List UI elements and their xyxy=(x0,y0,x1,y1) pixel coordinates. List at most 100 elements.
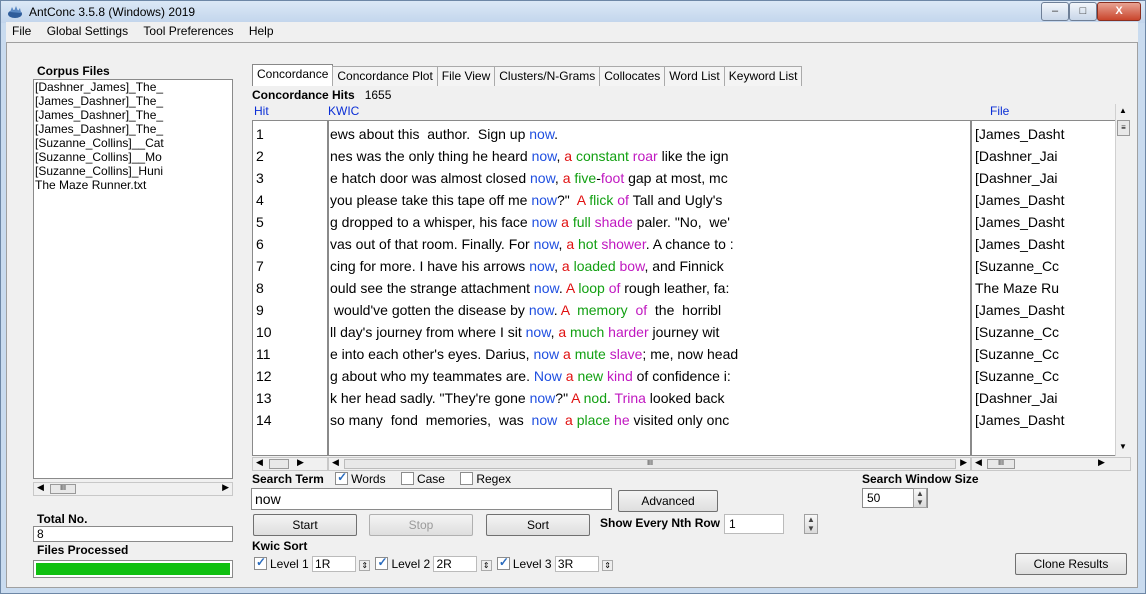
scroll-left-icon[interactable]: ◀ xyxy=(332,457,339,468)
tab-concordance-plot[interactable]: Concordance Plot xyxy=(332,66,438,86)
tab-file-view[interactable]: File View xyxy=(436,66,496,86)
file-scroll-thumb[interactable]: III xyxy=(987,459,1015,469)
stop-button[interactable]: Stop xyxy=(369,514,473,536)
nth-row-field[interactable]: 1 xyxy=(724,514,784,534)
nth-row-stepper[interactable]: ▲ ▼ xyxy=(804,514,818,534)
kwic-line[interactable]: ews about this author. Sign up now. xyxy=(330,123,970,145)
spin-up-icon[interactable]: ▲ xyxy=(807,515,815,524)
file-name[interactable]: [Dashner_Jai xyxy=(975,387,1113,409)
words-checkbox[interactable] xyxy=(335,470,349,485)
sort-button[interactable]: Sort xyxy=(486,514,590,536)
scroll-left-icon[interactable]: ◀ xyxy=(256,457,263,468)
corpus-file-list[interactable]: [Dashner_James]_The_ [James_Dashner]_The… xyxy=(33,79,233,479)
menu-file[interactable]: File xyxy=(6,22,37,38)
sidebar-scroll-thumb[interactable]: III xyxy=(50,484,76,494)
file-name[interactable]: [Dashner_Jai xyxy=(975,167,1113,189)
search-keyword[interactable]: now xyxy=(530,170,555,186)
file-name[interactable]: The Maze Ru xyxy=(975,277,1113,299)
search-window-stepper[interactable]: ▲ ▼ xyxy=(913,488,927,508)
tab-collocates[interactable]: Collocates xyxy=(599,66,666,86)
case-option[interactable]: Case xyxy=(400,472,445,486)
scroll-up-icon[interactable]: ▲ xyxy=(1119,106,1127,115)
scroll-left-icon[interactable]: ◀ xyxy=(37,482,44,493)
advanced-button[interactable]: Advanced xyxy=(618,490,718,512)
file-name[interactable]: [James_Dasht xyxy=(975,299,1113,321)
search-keyword[interactable]: now xyxy=(529,302,554,318)
level-3-field[interactable]: 3R xyxy=(554,556,599,572)
words-option[interactable]: Words xyxy=(335,470,386,486)
kwic-hscrollbar[interactable]: ◀ III ▶ xyxy=(328,457,971,471)
spin-down-icon[interactable]: ▼ xyxy=(916,498,924,507)
corpus-file-item[interactable]: [James_Dashner]_The_ xyxy=(34,108,232,122)
search-keyword[interactable]: now xyxy=(526,324,551,340)
tab-word-list[interactable]: Word List xyxy=(664,66,725,86)
kwic-line[interactable]: e into each other's eyes. Darius, now a … xyxy=(330,343,970,365)
level-2-stepper[interactable]: ⇕ xyxy=(480,560,492,571)
scroll-right-icon[interactable]: ▶ xyxy=(222,482,229,493)
scroll-right-icon[interactable]: ▶ xyxy=(960,457,967,468)
regex-checkbox[interactable] xyxy=(460,472,474,485)
kwic-line[interactable]: ould see the strange attachment now. A l… xyxy=(330,277,970,299)
menu-help[interactable]: Help xyxy=(243,22,280,38)
corpus-file-item[interactable]: [James_Dashner]_The_ xyxy=(34,94,232,108)
level-2-group[interactable]: Level 2 xyxy=(375,555,430,571)
kwic-line[interactable]: so many fond memories, was now a place h… xyxy=(330,409,970,431)
search-keyword[interactable]: now xyxy=(529,258,554,274)
kwic-line[interactable]: e hatch door was almost closed now, a fi… xyxy=(330,167,970,189)
menu-global-settings[interactable]: Global Settings xyxy=(41,22,134,38)
minimize-button[interactable]: – xyxy=(1041,2,1069,21)
level-3-group[interactable]: Level 3 xyxy=(496,555,552,571)
level-1-checkbox[interactable] xyxy=(254,555,267,570)
case-checkbox[interactable] xyxy=(400,472,414,485)
sidebar-hscrollbar[interactable]: ◀ III ▶ xyxy=(33,482,233,496)
search-keyword[interactable]: now xyxy=(532,214,558,230)
close-button[interactable]: X xyxy=(1097,2,1141,21)
corpus-file-item[interactable]: [James_Dashner]_The_ xyxy=(34,122,232,136)
search-keyword[interactable]: Now xyxy=(534,368,562,384)
level-2-field[interactable]: 2R xyxy=(433,556,478,572)
file-name[interactable]: [James_Dasht xyxy=(975,211,1113,233)
corpus-file-item[interactable]: The Maze Runner.txt xyxy=(34,178,232,192)
spin-down-icon[interactable]: ▼ xyxy=(807,524,815,533)
level-2-checkbox[interactable] xyxy=(375,555,389,570)
hit-hscrollbar[interactable]: ◀ ▶ xyxy=(252,457,328,471)
file-name[interactable]: [James_Dasht xyxy=(975,233,1113,255)
file-name[interactable]: [Suzanne_Cc xyxy=(975,343,1113,365)
search-keyword[interactable]: now xyxy=(533,346,559,362)
kwic-line[interactable]: vas out of that room. Finally. For now, … xyxy=(330,233,970,255)
kwic-line[interactable]: cing for more. I have his arrows now, a … xyxy=(330,255,970,277)
col-header-kwic[interactable]: KWIC xyxy=(328,104,359,118)
search-keyword[interactable]: now xyxy=(532,412,558,428)
corpus-file-item[interactable]: [Suzanne_Collins]_Huni xyxy=(34,164,232,178)
vscroll-thumb[interactable]: ≡ xyxy=(1117,120,1130,136)
scroll-right-icon[interactable]: ▶ xyxy=(1098,457,1105,468)
col-header-hit[interactable]: Hit xyxy=(254,104,269,118)
search-keyword[interactable]: now xyxy=(531,192,557,208)
file-name[interactable]: [James_Dasht xyxy=(975,123,1113,145)
kwic-line[interactable]: ll day's journey from where I sit now, a… xyxy=(330,321,970,343)
level-3-stepper[interactable]: ⇕ xyxy=(602,560,613,571)
kwic-line[interactable]: k her head sadly. "They're gone now?" A … xyxy=(330,387,970,409)
kwic-line[interactable]: you please take this tape off me now?" A… xyxy=(330,189,970,211)
level-1-field[interactable]: 1R xyxy=(312,556,357,572)
search-keyword[interactable]: now xyxy=(534,236,559,252)
scroll-down-icon[interactable]: ▼ xyxy=(1119,442,1127,451)
tab-concordance[interactable]: Concordance xyxy=(252,64,334,86)
kwic-scroll-thumb[interactable]: III xyxy=(344,459,956,469)
level-3-checkbox[interactable] xyxy=(496,555,510,570)
level-1-stepper[interactable]: ⇕ xyxy=(359,560,371,571)
spin-up-icon[interactable]: ▲ xyxy=(916,489,924,498)
corpus-file-item[interactable]: [Dashner_James]_The_ xyxy=(34,80,232,94)
col-header-file[interactable]: File xyxy=(990,104,1009,118)
tab-keyword-list[interactable]: Keyword List xyxy=(723,66,803,86)
level-1-group[interactable]: Level 1 xyxy=(254,555,309,571)
kwic-line[interactable]: nes was the only thing he heard now, a c… xyxy=(330,145,970,167)
search-keyword[interactable]: now xyxy=(534,280,559,296)
scroll-left-icon[interactable]: ◀ xyxy=(975,457,982,468)
search-keyword[interactable]: now xyxy=(530,390,556,406)
kwic-line[interactable]: g about who my teammates are. Now a new … xyxy=(330,365,970,387)
file-name[interactable]: [Suzanne_Cc xyxy=(975,365,1113,387)
file-name[interactable]: [Suzanne_Cc xyxy=(975,255,1113,277)
file-vscrollbar[interactable]: ▲ ≡ ▼ xyxy=(1115,104,1131,456)
file-name[interactable]: [James_Dasht xyxy=(975,409,1113,431)
